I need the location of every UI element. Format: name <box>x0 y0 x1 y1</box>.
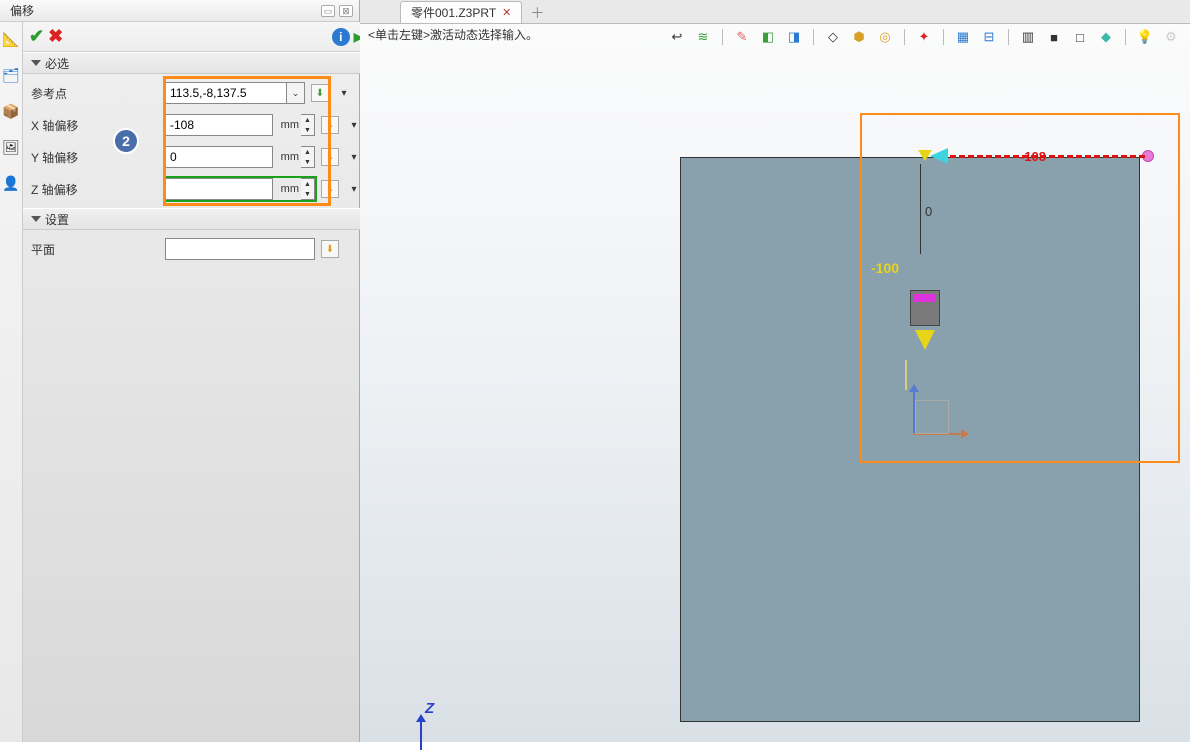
black-icon[interactable]: ■ <box>1045 28 1063 46</box>
collapse-icon <box>31 216 41 222</box>
ref-point-label: 参考点 <box>23 85 111 102</box>
tree-icon[interactable]: 🗂 <box>0 64 22 86</box>
grid-icon[interactable]: ▦ <box>954 28 972 46</box>
y-unit: mm <box>273 151 301 163</box>
y-offset-label: Y 轴偏移 <box>23 149 111 166</box>
z-spinner[interactable]: ▲▼ <box>301 178 315 200</box>
axis-icon[interactable]: ✦ <box>915 28 933 46</box>
x-pick-button[interactable]: ⬇ <box>321 116 339 134</box>
document-tab[interactable]: 零件001.Z3PRT ✕ <box>400 1 522 23</box>
cancel-button[interactable]: ✖ <box>48 26 63 47</box>
viewport[interactable]: 零件001.Z3PRT ✕ ＋ <单击左键>激活动态选择输入。 ↩ ≋ ✎ ◧ … <box>360 0 1190 742</box>
cube-green-icon[interactable]: ◧ <box>759 28 777 46</box>
x-unit: mm <box>273 119 301 131</box>
tab-bar: 零件001.Z3PRT ✕ ＋ <box>360 0 1190 24</box>
x-offset-row: X 轴偏移 mm ▲▼ ⬇ ▾ <box>23 112 363 138</box>
measure-icon[interactable]: ⊟ <box>980 28 998 46</box>
y-spinner[interactable]: ▲▼ <box>301 146 315 168</box>
dimension-vertical: 0 -100 <box>920 164 921 254</box>
cube-blue-icon[interactable]: ◨ <box>785 28 803 46</box>
panel-titlebar[interactable]: 偏移 ▭ ⊠ <box>0 0 359 22</box>
x-offset-label: X 轴偏移 <box>23 117 111 134</box>
ref-pick-button[interactable]: ⬇ <box>311 84 329 102</box>
tab-label: 零件001.Z3PRT <box>411 4 496 21</box>
layers-icon[interactable]: ≋ <box>694 28 712 46</box>
dimension-z-value: -100 <box>871 260 899 276</box>
x-spinner[interactable]: ▲▼ <box>301 114 315 136</box>
ref-more-button[interactable]: ▾ <box>335 84 353 102</box>
canvas[interactable]: -108 0 -100 Z <box>360 50 1190 742</box>
white-icon[interactable]: □ <box>1071 28 1089 46</box>
box-icon[interactable]: 📦 <box>0 100 22 122</box>
selection-box <box>860 113 1180 463</box>
y-offset-input[interactable] <box>165 146 273 168</box>
section-required[interactable]: 必选 <box>23 52 369 74</box>
z-axis-label: Z <box>425 700 434 717</box>
ref-point-input[interactable] <box>165 82 287 104</box>
action-bar: ✔ ✖ i ▶ <box>23 22 369 52</box>
teal-icon[interactable]: ◆ <box>1097 28 1115 46</box>
ok-button[interactable]: ✔ <box>29 26 44 47</box>
new-tab-button[interactable]: ＋ <box>522 3 552 23</box>
z-offset-row: Z 轴偏移 mm ▲▼ ⬇ ▾ <box>23 176 363 202</box>
property-panel: 偏移 ▭ ⊠ 📐 🗂 📦 🖼 👤 ✔ ✖ i ▶ 必选 <box>0 0 360 742</box>
panel-close-icon[interactable]: ⊠ <box>339 5 353 17</box>
side-toolstrip: 📐 🗂 📦 🖼 👤 <box>0 22 23 742</box>
csys-icon[interactable]: 📐 <box>0 28 22 50</box>
step-badge-2: 2 <box>113 128 139 154</box>
calculator-icon[interactable] <box>910 290 940 326</box>
z-pick-button[interactable]: ⬇ <box>321 180 339 198</box>
eraser-icon[interactable]: ✎ <box>733 28 751 46</box>
z-axis-icon <box>420 720 422 750</box>
viewport-toolbar: ↩ ≋ ✎ ◧ ◨ ◇ ⬢ ◎ ✦ ▦ ⊟ ▥ ■ □ ◆ 💡 ⚙ <box>668 26 1180 48</box>
dimension-y-value: 0 <box>925 204 932 219</box>
shaded-icon[interactable]: ⬢ <box>850 28 868 46</box>
info-icon[interactable]: i <box>332 28 350 46</box>
y-offset-row: Y 轴偏移 2 mm ▲▼ ⬇ ▾ <box>23 144 363 170</box>
bulb-icon[interactable]: 💡 <box>1136 28 1154 46</box>
image-icon[interactable]: 🖼 <box>0 136 22 158</box>
ref-point-row: 参考点 1 ⌄ ⬇ ▾ <box>23 80 363 106</box>
display-icon[interactable]: ▥ <box>1019 28 1037 46</box>
wireframe-icon[interactable]: ◇ <box>824 28 842 46</box>
z-unit: mm <box>273 183 301 195</box>
undo-icon[interactable]: ↩ <box>668 28 686 46</box>
panel-undock-icon[interactable]: ▭ <box>321 5 335 17</box>
section-settings[interactable]: 设置 <box>23 208 369 230</box>
x-offset-input[interactable] <box>165 114 273 136</box>
y-pick-button[interactable]: ⬇ <box>321 148 339 166</box>
dimension-x[interactable]: -108 <box>950 155 1145 158</box>
ghost-axis-icon <box>905 360 907 390</box>
dimension-x-value: -108 <box>1020 149 1046 164</box>
render-icon[interactable]: ◎ <box>876 28 894 46</box>
panel-title-text: 偏移 <box>10 2 34 19</box>
z-offset-label: Z 轴偏移 <box>23 181 111 198</box>
plane-label: 平面 <box>23 241 111 258</box>
origin-handle[interactable] <box>918 150 930 162</box>
collapse-icon <box>31 60 41 66</box>
tab-close-icon[interactable]: ✕ <box>502 6 511 19</box>
gear-icon[interactable]: ⚙ <box>1162 28 1180 46</box>
plane-row: 平面 ⬇ <box>23 236 363 262</box>
plane-input[interactable] <box>165 238 315 260</box>
plane-pick-button[interactable]: ⬇ <box>321 240 339 258</box>
ref-dropdown-icon[interactable]: ⌄ <box>287 82 305 104</box>
user-icon[interactable]: 👤 <box>0 172 22 194</box>
drag-arrow-x-icon[interactable] <box>930 148 948 164</box>
z-offset-input[interactable] <box>165 178 273 200</box>
drag-arrow-z-icon[interactable] <box>915 330 935 350</box>
